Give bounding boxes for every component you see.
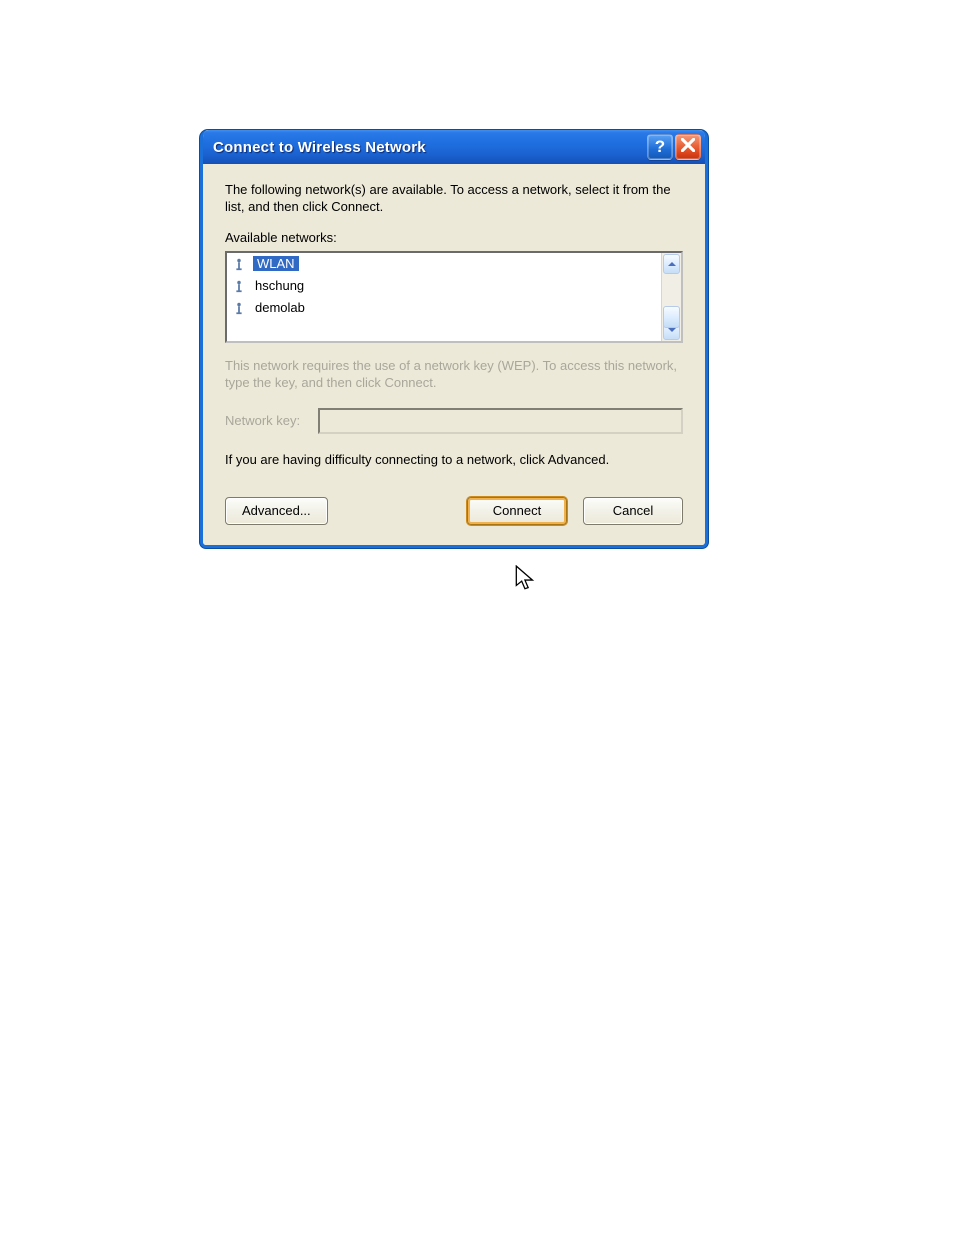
dialog-content: The following network(s) are available. …: [203, 164, 705, 545]
intro-text: The following network(s) are available. …: [225, 182, 683, 216]
close-button[interactable]: [675, 134, 701, 160]
dialog-title: Connect to Wireless Network: [213, 139, 647, 156]
titlebar-buttons: ?: [647, 134, 701, 160]
network-item[interactable]: WLAN: [227, 253, 661, 275]
network-icon: [231, 256, 247, 272]
network-name: WLAN: [253, 256, 299, 271]
wep-requirement-text: This network requires the use of a netwo…: [225, 357, 683, 392]
network-item[interactable]: hschung: [227, 275, 661, 297]
network-name: hschung: [253, 278, 306, 293]
help-button[interactable]: ?: [647, 134, 673, 160]
chevron-up-icon: [668, 256, 676, 271]
network-item[interactable]: demolab: [227, 297, 661, 319]
network-icon: [231, 300, 247, 316]
cancel-button[interactable]: Cancel: [583, 497, 683, 525]
close-icon: [681, 137, 695, 157]
button-row: Advanced... Connect Cancel: [225, 497, 683, 525]
networks-list: WLAN hschung demolab: [227, 253, 661, 341]
network-key-input: [318, 408, 683, 434]
advanced-button[interactable]: Advanced...: [225, 497, 328, 525]
wireless-connect-dialog: Connect to Wireless Network ? The follow…: [200, 130, 708, 548]
network-name: demolab: [253, 300, 307, 315]
networks-listbox[interactable]: WLAN hschung demolab: [225, 251, 683, 343]
network-key-row: Network key:: [225, 408, 683, 434]
available-networks-label: Available networks:: [225, 230, 683, 245]
scroll-thumb[interactable]: [663, 306, 680, 328]
listbox-scrollbar[interactable]: [661, 253, 681, 341]
mouse-cursor-icon: [515, 565, 537, 596]
advanced-help-text: If you are having difficulty connecting …: [225, 452, 683, 467]
help-icon: ?: [655, 137, 665, 157]
scroll-up-button[interactable]: [663, 254, 680, 274]
scroll-track[interactable]: [663, 276, 680, 318]
network-key-label: Network key:: [225, 413, 300, 428]
connect-button[interactable]: Connect: [467, 497, 567, 525]
network-icon: [231, 278, 247, 294]
titlebar[interactable]: Connect to Wireless Network ?: [203, 130, 705, 164]
